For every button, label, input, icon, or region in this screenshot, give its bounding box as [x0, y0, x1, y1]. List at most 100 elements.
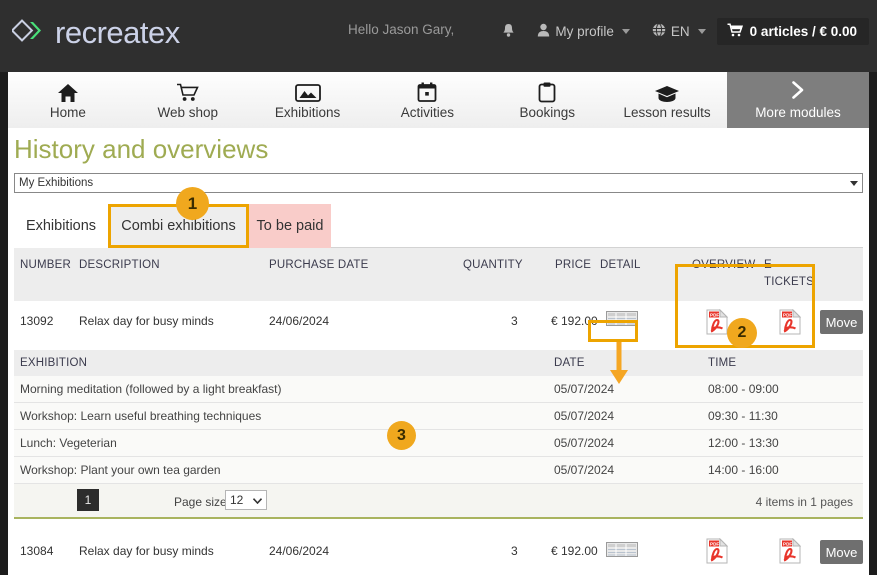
cell-purchase-date: 24/06/2024 [269, 544, 330, 558]
pdf-icon: PDF [779, 537, 802, 564]
my-profile-label: My profile [555, 24, 614, 39]
nav-label: Home [49, 104, 86, 120]
detail-row[interactable]: Lunch: Vegeterian 05/07/2024 12:00 - 13:… [14, 430, 863, 457]
cart-summary-label: 0 articles / € 0.00 [749, 24, 857, 39]
nav-item-activities[interactable]: Activities [367, 72, 487, 128]
nav-item-web-shop[interactable]: Web shop [128, 72, 248, 128]
page-size-select[interactable]: 12 [225, 490, 267, 510]
detail-row[interactable]: Workshop: Plant your own tea garden 05/0… [14, 457, 863, 484]
main-navigation: Home Web shop Exhibitions Activities Boo… [8, 72, 869, 128]
user-icon [537, 23, 550, 40]
svg-text:PDF: PDF [783, 541, 792, 546]
notifications-button[interactable] [491, 23, 526, 41]
column-header-quantity: QUANTITY [463, 259, 523, 271]
eticket-pdf-button[interactable]: PDF [779, 537, 802, 567]
tab-bar: Exhibitions Combi exhibitions To be paid [14, 204, 863, 248]
cell-number: 13084 [20, 544, 54, 558]
cell-purchase-date: 24/06/2024 [269, 314, 330, 328]
page-title: History and overviews [14, 134, 269, 164]
nav-item-exhibitions[interactable]: Exhibitions [248, 72, 368, 128]
app-window: recreatex Hello Jason Gary, My profile E… [0, 0, 877, 575]
detail-row[interactable]: Workshop: Learn useful breathing techniq… [14, 403, 863, 430]
nav-label: Web shop [157, 104, 219, 120]
detail-exhibition: Workshop: Learn useful breathing techniq… [20, 409, 262, 423]
nav-item-bookings[interactable]: Bookings [487, 72, 607, 128]
nav-label: Bookings [519, 104, 575, 120]
nav-item-lesson-results[interactable]: Lesson results [607, 72, 727, 128]
overview-filter-value: My Exhibitions [19, 177, 94, 189]
annotation-badge-1: 1 [176, 187, 209, 220]
brand-name: recreatex [55, 15, 180, 50]
page-size-label: Page size: [174, 495, 231, 509]
tab-label: Exhibitions [25, 218, 97, 234]
pagination-page-1-button[interactable]: 1 [77, 489, 99, 511]
my-profile-menu[interactable]: My profile [526, 23, 641, 40]
nav-label: Lesson results [623, 104, 711, 120]
detail-row[interactable]: Morning meditation (followed by a light … [14, 376, 863, 403]
svg-text:PDF: PDF [710, 541, 719, 546]
table-detail-icon [606, 542, 638, 560]
tab-label: To be paid [256, 218, 324, 234]
chevron-right-icon [788, 80, 808, 103]
nav-label: Exhibitions [274, 104, 341, 120]
chevron-down-icon [252, 493, 263, 507]
annotation-badge-2: 2 [727, 318, 757, 348]
top-header-bar: recreatex Hello Jason Gary, My profile E… [0, 0, 877, 72]
detail-table-header: EXHIBITION DATE TIME [14, 350, 863, 376]
move-button-label: Move [820, 310, 863, 334]
nav-more-label: More modules [755, 105, 841, 120]
notification-bell-icon [502, 23, 515, 41]
content-area: History and overviews My Exhibitions Exh… [8, 128, 869, 575]
cell-number: 13092 [20, 314, 54, 328]
language-menu[interactable]: EN [641, 23, 717, 40]
cell-quantity: 3 [511, 314, 518, 328]
detail-date: 05/07/2024 [554, 463, 615, 477]
tab-exhibitions[interactable]: Exhibitions [14, 204, 108, 248]
annotation-highlight-detail-icon [588, 320, 638, 342]
chevron-down-icon [850, 180, 858, 186]
items-count-text: 4 items in 1 pages [755, 495, 853, 509]
pdf-icon: PDF [706, 537, 729, 564]
overview-filter-select[interactable]: My Exhibitions [14, 173, 863, 193]
home-icon [57, 81, 79, 103]
tab-to-be-paid[interactable]: To be paid [249, 204, 331, 248]
greeting-text: Hello Jason Gary, [348, 22, 455, 37]
nav-label: Activities [400, 104, 455, 120]
detail-pagination-bar: 1 Page size: 12 4 items in 1 pages [14, 484, 863, 519]
nav-item-more-modules[interactable]: More modules [726, 72, 869, 128]
cell-description: Relax day for busy minds [79, 314, 214, 328]
language-label: EN [670, 24, 690, 39]
cell-quantity: 3 [511, 544, 518, 558]
detail-column-date: DATE [554, 357, 585, 369]
column-header-price: PRICE [555, 259, 592, 271]
brand-logo[interactable]: recreatex [10, 15, 180, 51]
image-icon [294, 81, 321, 103]
cell-description: Relax day for busy minds [79, 544, 214, 558]
table-row[interactable]: 13084 Relax day for busy minds 24/06/202… [14, 533, 863, 575]
globe-icon [652, 23, 666, 40]
page-size-value: 12 [230, 493, 244, 507]
tab-label: Combi exhibitions [121, 218, 236, 234]
move-button[interactable]: Move [820, 540, 863, 564]
column-header-purchase-date: PURCHASE DATE [269, 259, 369, 271]
cart-button[interactable]: 0 articles / € 0.00 [716, 18, 869, 45]
diamond-chevron-logo-icon [10, 18, 46, 48]
column-header-detail: DETAIL [600, 259, 641, 271]
overview-pdf-button[interactable]: PDF [706, 537, 729, 567]
chevron-down-icon [621, 29, 630, 34]
calendar-icon [417, 81, 437, 103]
detail-time: 08:00 - 09:00 [708, 382, 779, 396]
chevron-down-icon [697, 29, 706, 34]
header-actions: My profile EN 0 articles / € 0.00 [491, 18, 869, 45]
nav-item-home[interactable]: Home [8, 72, 128, 128]
move-button-label: Move [820, 540, 863, 564]
column-header-number: NUMBER [20, 259, 72, 271]
shopping-cart-icon [727, 23, 743, 40]
detail-time: 09:30 - 11:30 [708, 409, 778, 423]
detail-date: 05/07/2024 [554, 409, 615, 423]
clipboard-icon [538, 81, 556, 103]
detail-exhibition: Morning meditation (followed by a light … [20, 382, 282, 396]
cart-icon [176, 81, 200, 103]
move-button[interactable]: Move [820, 310, 863, 334]
detail-button[interactable] [606, 542, 638, 560]
